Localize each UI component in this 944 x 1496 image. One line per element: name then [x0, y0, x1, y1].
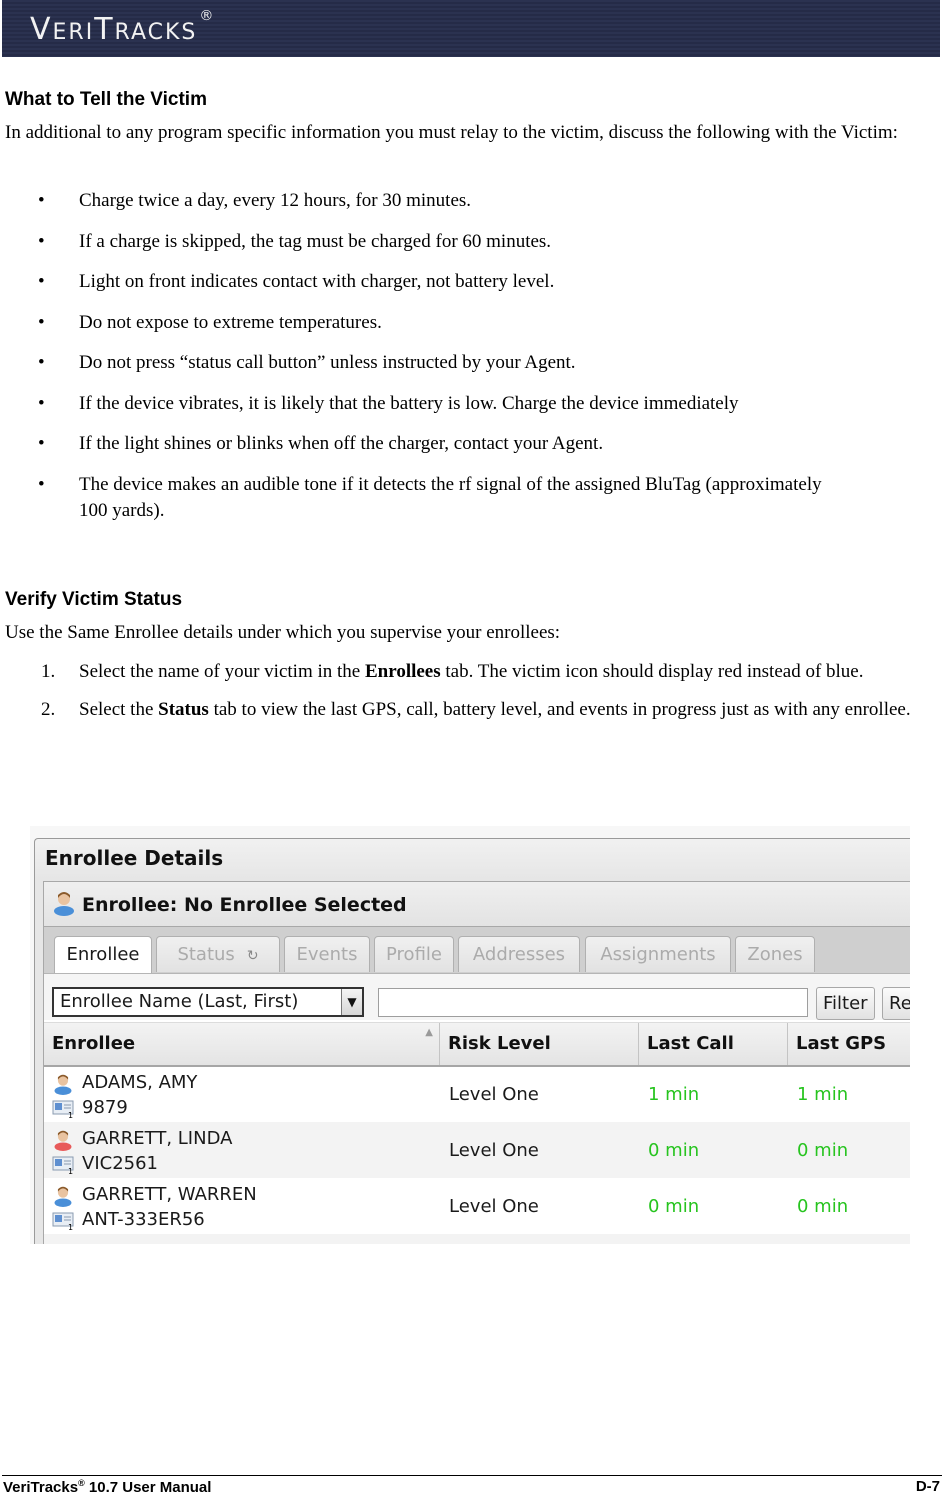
filter-text-input[interactable] — [378, 988, 808, 1017]
last-call: 0 min — [648, 1140, 700, 1161]
enrollee-name: GARRETT, WARREN — [82, 1184, 257, 1205]
reset-button[interactable]: Re — [882, 987, 910, 1020]
panel-title: Enrollee Details — [45, 846, 224, 870]
header-banner: VERITRACKS® — [2, 0, 940, 57]
svg-text:1: 1 — [68, 1167, 73, 1174]
step-item: 2. Select the Status tab to view the last… — [0, 697, 930, 723]
bullet-icon: • — [38, 230, 45, 252]
step-item: 1. Select the name of your victim in the … — [0, 659, 930, 685]
section-heading-what-to-tell: What to Tell the Victim — [5, 89, 207, 110]
enrollee-person-icon — [54, 1186, 72, 1207]
bullet-icon: • — [38, 433, 45, 454]
table-row[interactable]: ADAMS, AMY 1 9879 Level One 1 min 1 min — [44, 1066, 910, 1122]
column-header-risk-level[interactable]: Risk Level — [440, 1023, 639, 1065]
section1-intro: In additional to any program specific in… — [5, 122, 898, 143]
last-gps: 0 min — [797, 1196, 849, 1217]
filter-button[interactable]: Filter — [816, 987, 875, 1020]
enrollee-inner-panel: Enrollee: No Enrollee Selected Enrollee … — [43, 881, 910, 1244]
last-gps: 0 min — [797, 1140, 849, 1161]
tab-zones[interactable]: Zones — [735, 936, 815, 972]
tab-profile[interactable]: Profile — [374, 936, 454, 972]
tab-addresses[interactable]: Addresses — [458, 936, 580, 972]
list-item: • Light on front indicates contact with c… — [0, 269, 930, 295]
veritracks-logo: VERITRACKS® — [30, 8, 216, 47]
grid-header: Enrollee ▲ Risk Level Last Call Last GPS — [44, 1022, 910, 1067]
last-gps: 1 min — [797, 1084, 849, 1105]
last-call: 0 min — [648, 1196, 700, 1217]
list-item: • The device makes an audible tone if it … — [38, 473, 822, 521]
tab-events[interactable]: Events — [284, 936, 370, 972]
list-item: • Do not expose to extreme temperatures. — [0, 310, 930, 336]
enrollee-name: GARRETT, LINDA — [82, 1128, 233, 1149]
table-row[interactable]: GARRETT, WARREN 1 ANT-333ER56 Level One … — [44, 1178, 910, 1234]
last-call: 1 min — [648, 1084, 700, 1105]
risk-level: Level One — [449, 1140, 539, 1161]
tab-enrollee[interactable]: Enrollee — [54, 936, 152, 973]
tab-status[interactable]: Status ↻ — [156, 936, 280, 972]
enrollee-details-panel: Enrollee Details Enrollee: No Enrollee S… — [34, 838, 910, 1244]
table-row-partial[interactable] — [44, 1234, 910, 1244]
enrollee-grid-body: ADAMS, AMY 1 9879 Level One 1 min 1 min … — [44, 1066, 910, 1244]
id-card-icon: 1 — [52, 1100, 74, 1118]
enrollee-id: VIC2561 — [82, 1153, 158, 1174]
filter-field-select[interactable]: Enrollee Name (Last, First) ▼ — [52, 987, 364, 1017]
verify-steps-list: 1. Select the name of your victim in the … — [0, 659, 930, 735]
bullet-icon: • — [38, 352, 45, 373]
risk-level: Level One — [449, 1196, 539, 1217]
column-header-last-gps[interactable]: Last GPS — [788, 1023, 910, 1065]
refresh-icon: ↻ — [246, 948, 259, 964]
enrollee-header-bar: Enrollee: No Enrollee Selected — [44, 882, 910, 927]
bullet-icon: • — [38, 311, 45, 333]
victim-person-icon — [54, 1130, 72, 1151]
filter-bar: Enrollee Name (Last, First) ▼ Filter Re — [44, 974, 910, 1020]
list-item: • If the device vibrates, it is likely th… — [0, 391, 930, 417]
bullet-icon: • — [38, 392, 45, 414]
enrollee-details-screenshot: Enrollee Details Enrollee: No Enrollee S… — [30, 826, 910, 1244]
list-item: • If a charge is skipped, the tag must be… — [0, 229, 930, 255]
footer-page-number: D-7 — [915, 1478, 940, 1495]
enrollee-person-icon — [54, 1074, 72, 1095]
table-row[interactable]: GARRETT, LINDA 1 VIC2561 Level One 0 min… — [44, 1122, 910, 1178]
list-item: • If the light shines or blinks when off … — [0, 431, 930, 457]
bullet-icon: • — [38, 271, 45, 292]
section2-intro: Use the Same Enrollee details under whic… — [5, 622, 561, 643]
section-heading-verify-status: Verify Victim Status — [5, 589, 183, 610]
column-header-enrollee[interactable]: Enrollee ▲ — [44, 1023, 440, 1065]
tab-strip: Enrollee Status ↻ Events Profile Addresse… — [44, 927, 910, 974]
enrollee-id: 9879 — [82, 1097, 128, 1118]
enrollee-name: ADAMS, AMY — [82, 1072, 198, 1093]
sort-ascending-icon: ▲ — [425, 1027, 433, 1038]
chevron-down-icon[interactable]: ▼ — [341, 989, 362, 1015]
id-card-icon: 1 — [52, 1156, 74, 1174]
svg-text:1: 1 — [68, 1111, 73, 1118]
footer-manual-title: VeriTracks® 10.7 User Manual — [3, 1478, 212, 1496]
step-number: 1. — [41, 661, 56, 682]
list-item: • Do not press “status call button” unles… — [0, 350, 930, 376]
victim-instructions-list: • Charge twice a day, every 12 hours, for… — [0, 188, 930, 538]
risk-level: Level One — [449, 1084, 539, 1105]
enrollee-id: ANT-333ER56 — [82, 1209, 205, 1230]
enrollee-selected-label: Enrollee: No Enrollee Selected — [82, 894, 407, 916]
enrollee-person-icon — [54, 892, 74, 916]
tab-assignments[interactable]: Assignments — [585, 936, 731, 972]
bullet-icon: • — [38, 190, 45, 211]
svg-text:1: 1 — [68, 1223, 73, 1230]
column-header-last-call[interactable]: Last Call — [639, 1023, 788, 1065]
bullet-icon: • — [38, 473, 45, 495]
list-item: • Charge twice a day, every 12 hours, for… — [0, 188, 930, 214]
step-number: 2. — [41, 699, 56, 720]
id-card-icon: 1 — [52, 1212, 74, 1230]
footer-divider — [2, 1475, 942, 1476]
